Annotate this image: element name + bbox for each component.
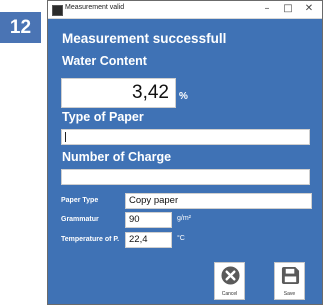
grammatur-field[interactable]: 90 [125, 212, 172, 228]
water-content-label: Water Content [62, 54, 147, 68]
measurement-window: Measurement valid – □ ✕ Measurement succ… [47, 0, 323, 305]
number-of-charge-label: Number of Charge [62, 150, 172, 164]
water-content-unit: % [179, 91, 188, 102]
type-of-paper-label: Type of Paper [62, 110, 144, 124]
cancel-button[interactable]: Cancel [214, 262, 245, 300]
close-button[interactable]: ✕ [300, 2, 318, 16]
temperature-label: Temperature of P. [61, 236, 120, 243]
title-bar: Measurement valid – □ ✕ [48, 1, 322, 19]
step-number: 12 [0, 12, 41, 43]
grammatur-label: Grammatur [61, 216, 99, 223]
minimize-button[interactable]: – [258, 2, 276, 16]
cancel-icon [221, 266, 240, 285]
cancel-label: Cancel [221, 291, 238, 297]
app-icon [52, 5, 63, 16]
number-of-charge-input[interactable] [61, 169, 310, 185]
save-button[interactable]: Save [274, 262, 305, 300]
water-content-field[interactable]: 3,42 [61, 78, 176, 108]
type-of-paper-input[interactable] [61, 129, 310, 145]
save-label: Save [283, 291, 296, 297]
paper-type-label: Paper Type [61, 197, 99, 204]
text-cursor [65, 132, 66, 142]
temperature-field[interactable]: 22,4 [125, 232, 172, 248]
paper-type-field[interactable]: Copy paper [125, 193, 312, 209]
result-heading: Measurement successfull [62, 31, 227, 46]
window-title: Measurement valid [65, 4, 125, 11]
maximize-button[interactable]: □ [279, 2, 297, 16]
temperature-unit: °C [177, 235, 185, 242]
grammatur-unit: g/m² [177, 215, 191, 222]
step-badge: 12 [0, 0, 47, 305]
save-icon [281, 266, 300, 285]
